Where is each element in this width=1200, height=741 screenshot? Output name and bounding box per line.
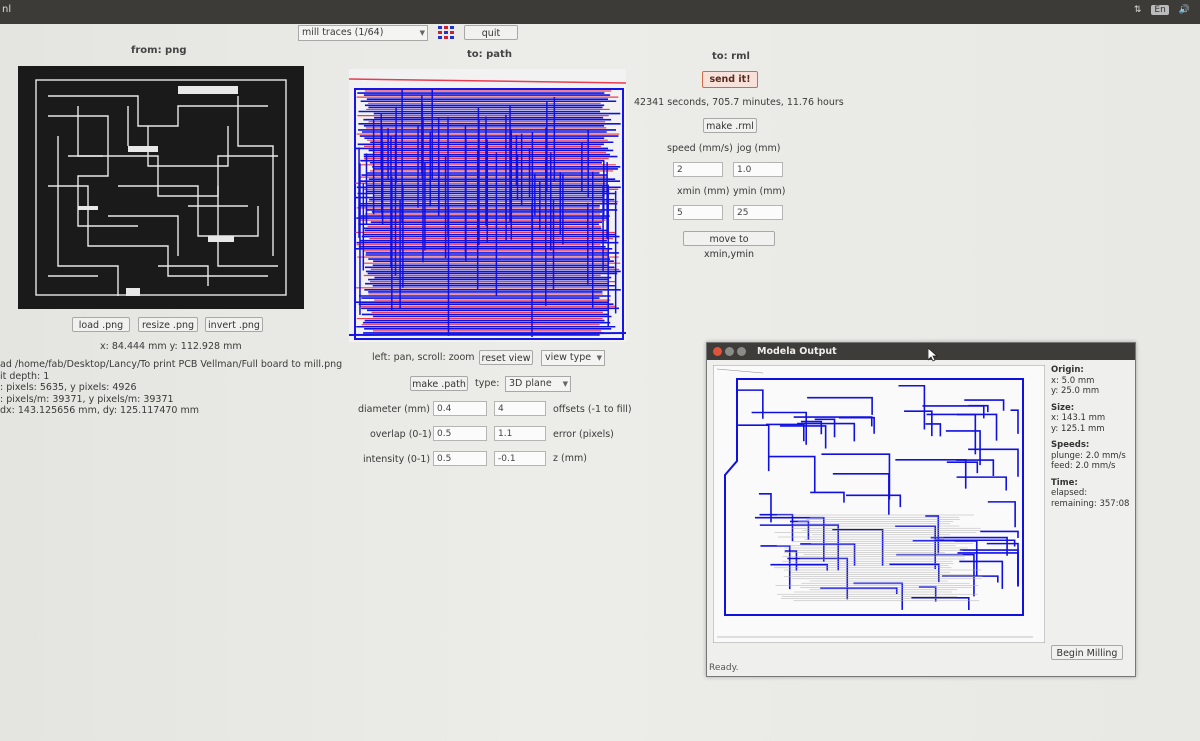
begin-milling-button[interactable]: Begin Milling (1051, 645, 1123, 660)
view-hint: left: pan, scroll: zoom (372, 352, 475, 363)
resize-png-button[interactable]: resize .png (138, 317, 198, 332)
path-type-select[interactable]: 3D plane ▼ (505, 376, 571, 392)
origin-x: x: 5.0 mm (1051, 375, 1095, 386)
move-to-xmin-ymin-button[interactable]: move to xmin,ymin (683, 231, 775, 260)
png-info: ad /home/fab/Desktop/Lancy/To print PCB … (0, 359, 342, 417)
to-path-header: to: path (467, 49, 512, 60)
info-line: it depth: 1 (0, 370, 50, 382)
elapsed-time: elapsed: (1051, 488, 1088, 498)
z-field[interactable]: -0.1 (494, 451, 546, 466)
mouse-cursor-icon (928, 348, 938, 362)
type-label: type: (475, 378, 500, 389)
info-line: : pixels/m: 39371, y pixels/m: 39371 (0, 393, 174, 405)
make-path-button[interactable]: make .path (410, 376, 468, 391)
system-tray: ⇅ En 🔊 (1134, 5, 1190, 15)
jog-label: jog (mm) (737, 143, 781, 154)
ymin-label: ymin (mm) (733, 186, 786, 197)
network-icon[interactable]: ⇅ (1134, 5, 1142, 15)
origin-label: Origin: (1051, 365, 1084, 375)
error-field[interactable]: 1.1 (494, 426, 546, 441)
info-line: : pixels: 5635, y pixels: 4926 (0, 382, 137, 393)
system-top-bar: nl ⇅ En 🔊 (0, 0, 1200, 24)
modela-title-bar[interactable]: Modela Output (707, 343, 1135, 360)
speed-label: speed (mm/s) (667, 143, 733, 154)
z-label: z (mm) (553, 453, 587, 464)
ymin-field[interactable]: 25 (733, 205, 783, 220)
remaining-time: remaining: 357:08 (1051, 498, 1130, 509)
chevron-down-icon: ▼ (562, 380, 568, 388)
overlap-label: overlap (0-1) (370, 429, 432, 440)
time-estimate: 42341 seconds, 705.7 minutes, 11.76 hour… (634, 97, 844, 108)
to-rml-header: to: rml (712, 51, 750, 62)
milling-preview (713, 365, 1045, 643)
chevron-down-icon: ▼ (419, 29, 425, 37)
app-title: nl (2, 4, 12, 15)
info-line: dx: 143.125656 mm, dy: 125.117470 mm (0, 405, 199, 416)
size-label: Size: (1051, 402, 1075, 413)
from-png-header: from: png (131, 45, 187, 56)
time-label: Time: (1051, 477, 1078, 488)
grid-icon[interactable] (438, 26, 454, 40)
overlap-field[interactable]: 0.5 (433, 426, 487, 441)
offsets-field[interactable]: 4 (494, 401, 546, 416)
modela-title: Modela Output (757, 346, 837, 357)
xmin-field[interactable]: 5 (673, 205, 723, 220)
plunge-speed: plunge: 2.0 mm/s (1051, 450, 1126, 461)
status-text: Ready. (709, 663, 739, 673)
intensity-field[interactable]: 0.5 (433, 451, 487, 466)
chevron-down-icon: ▼ (596, 354, 602, 362)
speed-field[interactable]: 2 (673, 162, 723, 177)
modela-output-window: Modela Output Origin: x: 5.0 mm y: 25.0 … (706, 342, 1136, 677)
fab-modules-window: mill traces (1/64) ▼ quit from: png to: … (0, 24, 1200, 741)
maximize-icon[interactable] (737, 347, 746, 356)
intensity-label: intensity (0-1) (363, 454, 431, 465)
process-select[interactable]: mill traces (1/64) ▼ (298, 25, 428, 41)
send-it-button[interactable]: send it! (702, 71, 758, 88)
error-label: error (pixels) (553, 429, 614, 440)
close-icon[interactable] (713, 347, 722, 356)
view-type-select[interactable]: view type ▼ (541, 350, 605, 366)
make-rml-button[interactable]: make .rml (703, 118, 757, 133)
quit-button[interactable]: quit (464, 25, 518, 40)
view-type-value: view type (545, 352, 592, 363)
origin-y: y: 25.0 mm (1051, 386, 1100, 396)
volume-icon[interactable]: 🔊 (1179, 5, 1190, 15)
size-y: y: 125.1 mm (1051, 423, 1105, 434)
feed-speed: feed: 2.0 mm/s (1051, 461, 1116, 471)
diameter-field[interactable]: 0.4 (433, 401, 487, 416)
minimize-icon[interactable] (725, 347, 734, 356)
jog-field[interactable]: 1.0 (733, 162, 783, 177)
diameter-label: diameter (mm) (358, 404, 431, 415)
cursor-coordinates: x: 84.444 mm y: 112.928 mm (100, 341, 242, 352)
size-x: x: 143.1 mm (1051, 413, 1106, 423)
path-type-value: 3D plane (509, 378, 552, 389)
keyboard-layout-indicator[interactable]: En (1151, 5, 1169, 15)
info-line: ad /home/fab/Desktop/Lancy/To print PCB … (0, 359, 343, 370)
modela-info: Origin: x: 5.0 mm y: 25.0 mm Size: x: 14… (1051, 365, 1129, 509)
offsets-label: offsets (-1 to fill) (553, 404, 632, 415)
toolpath-preview[interactable] (349, 69, 626, 342)
invert-png-button[interactable]: invert .png (205, 317, 263, 332)
xmin-label: xmin (mm) (677, 186, 730, 197)
load-png-button[interactable]: load .png (72, 317, 130, 332)
speeds-label: Speeds: (1051, 440, 1090, 450)
png-preview[interactable] (18, 66, 304, 309)
process-select-value: mill traces (1/64) (302, 27, 384, 38)
reset-view-button[interactable]: reset view (479, 350, 533, 365)
